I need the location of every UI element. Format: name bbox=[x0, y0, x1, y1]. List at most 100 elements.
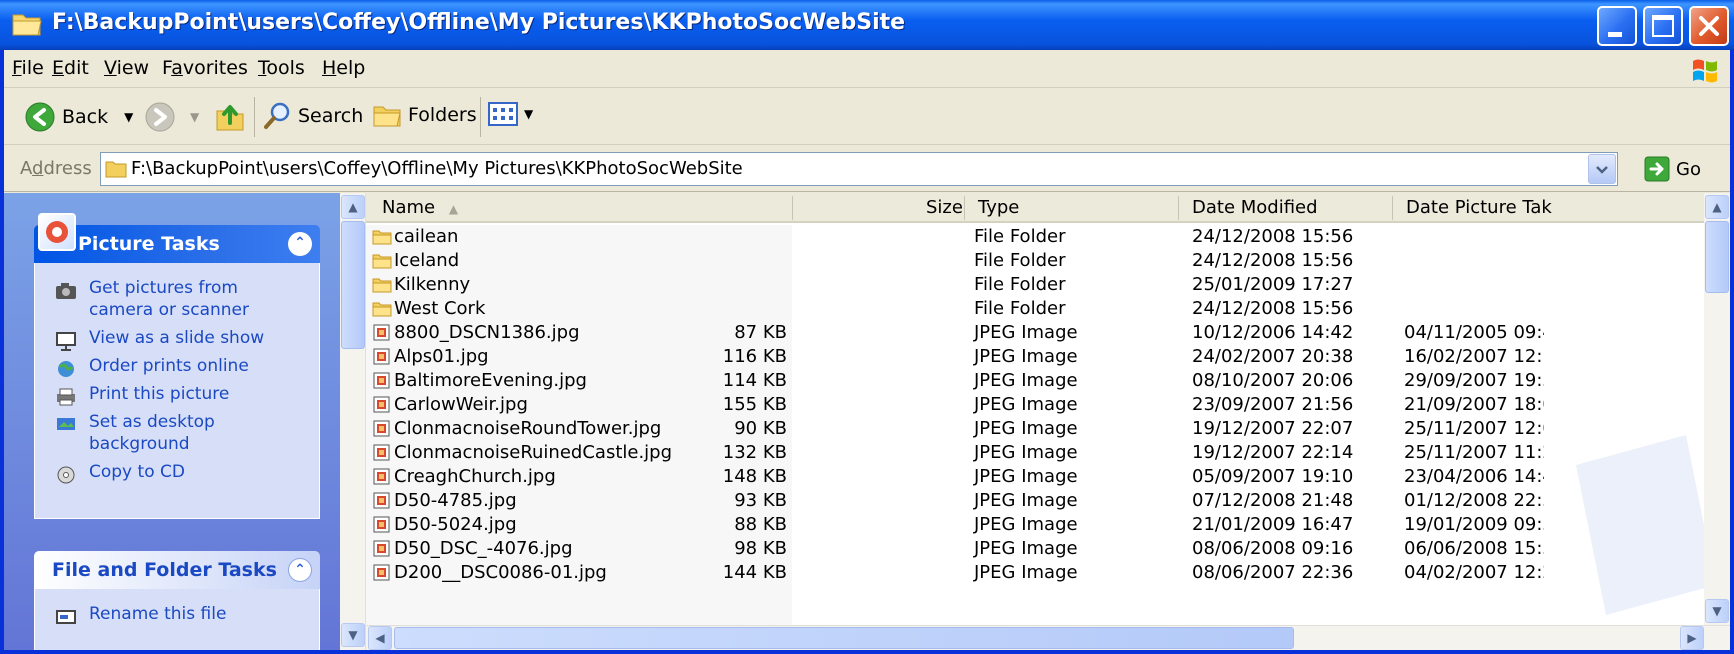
task-slide-show[interactable]: View as a slide show bbox=[89, 327, 299, 349]
forward-button[interactable]: ▼ bbox=[144, 101, 199, 133]
column-date-modified[interactable]: Date Modified bbox=[1192, 197, 1318, 218]
file-date-modified: 21/01/2009 16:47 bbox=[1192, 514, 1354, 535]
scroll-down-button[interactable]: ▼ bbox=[341, 623, 365, 647]
task-order-prints[interactable]: Order prints online bbox=[89, 355, 299, 377]
column-name[interactable]: Name ▲ bbox=[382, 197, 458, 218]
views-button[interactable]: ▼ bbox=[488, 101, 533, 127]
folder-icon bbox=[372, 278, 392, 293]
file-date-picture-taken: 01/12/2008 22:3 bbox=[1404, 490, 1544, 511]
windows-logo-icon bbox=[1693, 59, 1717, 83]
file-date-picture-taken: 04/11/2005 09:4 bbox=[1404, 322, 1544, 343]
scroll-down-button[interactable]: ▼ bbox=[1705, 599, 1729, 623]
folders-button[interactable]: Folders bbox=[372, 101, 477, 129]
file-row[interactable]: 8800_DSCN1386.jpg 87 KB JPEG Image 10/12/20… bbox=[366, 321, 1704, 345]
task-rename[interactable]: Rename this file bbox=[89, 603, 299, 625]
task-copy-cd[interactable]: Copy to CD bbox=[89, 461, 299, 483]
file-row[interactable]: D50-4785.jpg 93 KB JPEG Image 07/12/2008 21… bbox=[366, 489, 1704, 513]
menu-tools[interactable]: Tools bbox=[258, 57, 305, 79]
back-dropdown-icon[interactable]: ▼ bbox=[124, 110, 133, 124]
up-folder-button[interactable] bbox=[214, 101, 246, 133]
file-row[interactable]: West Cork File Folder 24/12/2008 15:56 bbox=[366, 297, 1704, 321]
file-date-modified: 05/09/2007 19:10 bbox=[1192, 466, 1354, 487]
file-row[interactable]: D50_DSC_-4076.jpg 98 KB JPEG Image 08/06/20… bbox=[366, 537, 1704, 561]
address-label: Address bbox=[20, 158, 92, 179]
column-divider[interactable] bbox=[1392, 196, 1393, 220]
scroll-right-button[interactable]: ▶ bbox=[1680, 626, 1704, 650]
column-date-picture-taken[interactable]: Date Picture Tak bbox=[1406, 197, 1552, 218]
column-divider[interactable] bbox=[792, 196, 793, 220]
jpeg-file-icon bbox=[373, 468, 390, 485]
file-row[interactable]: Kilkenny File Folder 25/01/2009 17:27 bbox=[366, 273, 1704, 297]
menu-view[interactable]: View bbox=[104, 57, 149, 79]
scroll-left-button[interactable]: ◀ bbox=[368, 626, 392, 650]
slideshow-icon bbox=[56, 332, 76, 351]
scroll-up-button[interactable]: ▲ bbox=[1705, 195, 1729, 219]
file-size: 132 KB bbox=[722, 442, 787, 463]
file-folder-tasks-header[interactable]: File and Folder Tasks ⌃ bbox=[34, 551, 320, 589]
file-date-modified: 08/10/2007 20:06 bbox=[1192, 370, 1354, 391]
maximize-button[interactable] bbox=[1643, 6, 1683, 46]
menu-favorites[interactable]: Favorites bbox=[162, 57, 248, 79]
scrollbar-thumb[interactable] bbox=[394, 627, 1294, 649]
picture-tasks-panel: Get pictures from camera or scanner View… bbox=[34, 263, 320, 519]
file-list-horizontal-scrollbar[interactable]: ◀ ▶ bbox=[366, 625, 1730, 650]
file-size: 87 KB bbox=[734, 322, 787, 343]
file-type: JPEG Image bbox=[974, 466, 1078, 487]
column-size[interactable]: Size bbox=[926, 197, 963, 218]
views-dropdown-icon[interactable]: ▼ bbox=[524, 107, 533, 121]
scroll-up-button[interactable]: ▲ bbox=[341, 195, 365, 219]
back-button[interactable]: Back ▼ bbox=[24, 101, 133, 133]
address-dropdown-button[interactable] bbox=[1588, 154, 1616, 184]
picture-tasks-header[interactable]: Picture Tasks ⌃ bbox=[34, 213, 320, 263]
minimize-button[interactable] bbox=[1597, 6, 1637, 46]
jpeg-file-icon bbox=[373, 540, 390, 557]
file-row[interactable]: BaltimoreEvening.jpg 114 KB JPEG Image 08/1… bbox=[366, 369, 1704, 393]
file-date-modified: 07/12/2008 21:48 bbox=[1192, 490, 1354, 511]
menu-file[interactable]: File bbox=[12, 57, 44, 79]
forward-dropdown-icon[interactable]: ▼ bbox=[190, 110, 199, 124]
column-type[interactable]: Type bbox=[978, 197, 1019, 218]
desktop-background-icon bbox=[57, 418, 75, 430]
collapse-button[interactable]: ⌃ bbox=[288, 558, 312, 582]
collapse-button[interactable]: ⌃ bbox=[288, 232, 312, 256]
title-bar[interactable]: F:\BackupPoint\users\Coffey\Offline\My P… bbox=[0, 0, 1734, 50]
address-input[interactable]: F:\BackupPoint\users\Coffey\Offline\My P… bbox=[100, 152, 1618, 186]
file-row[interactable]: ClonmacnoiseRoundTower.jpg 90 KB JPEG Imag… bbox=[366, 417, 1704, 441]
file-name: 8800_DSCN1386.jpg bbox=[394, 322, 580, 343]
file-row[interactable]: CarlowWeir.jpg 155 KB JPEG Image 23/09/2007… bbox=[366, 393, 1704, 417]
column-divider[interactable] bbox=[964, 196, 965, 220]
go-button[interactable]: Go bbox=[1644, 156, 1701, 182]
column-divider[interactable] bbox=[1178, 196, 1179, 220]
file-row[interactable]: D200__DSC0086-01.jpg 144 KB JPEG Image 08/0… bbox=[366, 561, 1704, 585]
file-list-vertical-scrollbar[interactable]: ▲ ▼ bbox=[1704, 193, 1730, 625]
file-type: JPEG Image bbox=[974, 442, 1078, 463]
file-date-picture-taken: 19/01/2009 09:3 bbox=[1404, 514, 1544, 535]
menu-edit[interactable]: Edit bbox=[52, 57, 89, 79]
file-row[interactable]: Iceland File Folder 24/12/2008 15:56 bbox=[366, 249, 1704, 273]
file-row[interactable]: Alps01.jpg 116 KB JPEG Image 24/02/2007 20:… bbox=[366, 345, 1704, 369]
file-date-modified: 25/01/2009 17:27 bbox=[1192, 274, 1354, 295]
rename-icon bbox=[56, 610, 76, 624]
scrollbar-thumb[interactable] bbox=[341, 221, 365, 349]
search-icon bbox=[264, 102, 290, 129]
file-date-modified: 24/02/2007 20:38 bbox=[1192, 346, 1354, 367]
file-size: 90 KB bbox=[734, 418, 787, 439]
close-button[interactable] bbox=[1689, 6, 1729, 46]
task-pane-scrollbar[interactable]: ▲ ▼ bbox=[340, 193, 366, 650]
file-row[interactable]: CreaghChurch.jpg 148 KB JPEG Image 05/09/20… bbox=[366, 465, 1704, 489]
cd-icon bbox=[57, 466, 75, 484]
task-print[interactable]: Print this picture bbox=[89, 383, 299, 405]
file-row[interactable]: ClonmacnoiseRuinedCastle.jpg 132 KB JPEG I… bbox=[366, 441, 1704, 465]
file-row[interactable]: D50-5024.jpg 88 KB JPEG Image 21/01/2009 16… bbox=[366, 513, 1704, 537]
file-type: JPEG Image bbox=[974, 370, 1078, 391]
search-button[interactable]: Search bbox=[262, 101, 363, 131]
menu-help[interactable]: Help bbox=[322, 57, 365, 79]
jpeg-file-icon bbox=[373, 372, 390, 389]
file-row[interactable]: cailean File Folder 24/12/2008 15:56 bbox=[366, 225, 1704, 249]
file-type: JPEG Image bbox=[974, 514, 1078, 535]
scrollbar-thumb[interactable] bbox=[1705, 221, 1729, 293]
file-name: ClonmacnoiseRoundTower.jpg bbox=[394, 418, 662, 439]
task-set-desktop[interactable]: Set as desktop background bbox=[89, 411, 299, 455]
file-name: West Cork bbox=[394, 298, 486, 319]
task-get-pictures[interactable]: Get pictures from camera or scanner bbox=[89, 277, 299, 321]
